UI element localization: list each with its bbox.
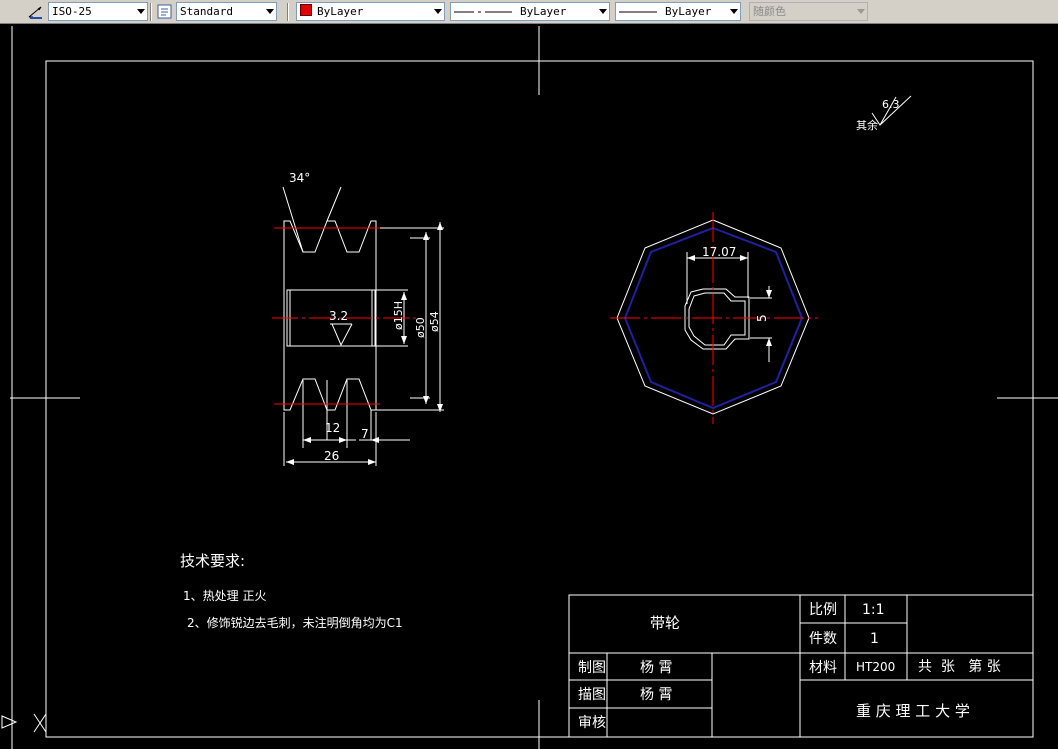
toolbar-separator [150,3,152,21]
chevron-down-icon [599,9,607,14]
text-style-value: Standard [180,5,233,18]
keyway-width-label: 17.07 [702,245,736,259]
side-dimension-arrows [687,255,772,346]
text-style-combo[interactable]: Standard [176,2,277,21]
drawing-canvas[interactable]: 34° 3.2 ø15H ø50 ø54 12 7 26 17.07 5 6.3… [0,24,1058,749]
dimension-style-combo[interactable]: ISO-25 [48,2,148,21]
keyway-depth-label: 5 [755,314,769,322]
properties-toolbar: ISO-25 Standard ByLayer ByLayer ByLayer … [0,0,1058,24]
sheet-count: 共 张 第 张 [918,658,1001,675]
school-name: 重 庆 理 工 大 学 [856,702,970,720]
material-value: HT200 [856,660,895,674]
text-style-icon[interactable] [156,3,174,20]
color-combo[interactable]: ByLayer [296,2,445,21]
sheet-border [45,60,1034,738]
chevron-down-icon [137,9,145,14]
solid-linetype-icon [619,11,657,13]
color-swatch-icon [300,4,312,16]
roughness-rest-label: 其余 [856,118,878,132]
lineweight-value: ByLayer [665,5,712,18]
lineweight-combo[interactable]: ByLayer [615,2,741,21]
scale-label: 比例 [809,602,837,618]
dim-7-label: 7 [361,427,369,441]
checked-by-label: 审核 [578,715,606,731]
scale-value: 1:1 [862,602,885,618]
roughness-bore-label: 3.2 [329,309,348,323]
traced-by-label: 描图 [578,687,606,703]
chevron-down-icon [434,9,442,14]
plotstyle-combo: 随颜色 [749,2,868,21]
drawn-by-name: 杨 霄 [640,660,672,676]
angle-label: 34° [289,171,310,185]
dashdot-linetype-icon [454,11,512,13]
linetype-value: ByLayer [520,5,567,18]
crosshair-cursor [10,26,1058,749]
dim-26-label: 26 [324,449,339,463]
traced-by-name: 杨 霄 [640,687,672,703]
toolbar-separator [287,3,289,21]
dimension-style-icon[interactable] [27,3,45,20]
part-name: 带轮 [650,614,680,632]
requirement-2: 2、修饰锐边去毛刺，未注明倒角均为C1 [187,615,403,630]
plotstyle-value: 随颜色 [753,5,786,18]
dim-12-label: 12 [325,421,340,435]
color-value: ByLayer [317,5,364,18]
linetype-combo[interactable]: ByLayer [450,2,610,21]
pulley-side-view [616,95,912,415]
quantity-label: 件数 [809,631,837,647]
requirements-title: 技术要求: [180,552,245,570]
quantity-value: 1 [870,631,879,647]
chevron-down-icon [857,9,865,14]
material-label: 材料 [809,660,837,676]
requirement-1: 1、热处理 正火 [183,589,266,603]
groove-diameter-label: ø50 [414,317,427,338]
roughness-value: 6.3 [882,98,900,111]
chevron-down-icon [730,9,738,14]
drawn-by-label: 制图 [578,660,606,676]
center-lines [272,212,818,424]
ucs-icon [1,713,47,733]
dimension-style-value: ISO-25 [52,5,92,18]
outer-diameter-label: ø54 [428,311,441,332]
bore-diameter-label: ø15H [392,301,405,330]
chevron-down-icon [266,9,274,14]
